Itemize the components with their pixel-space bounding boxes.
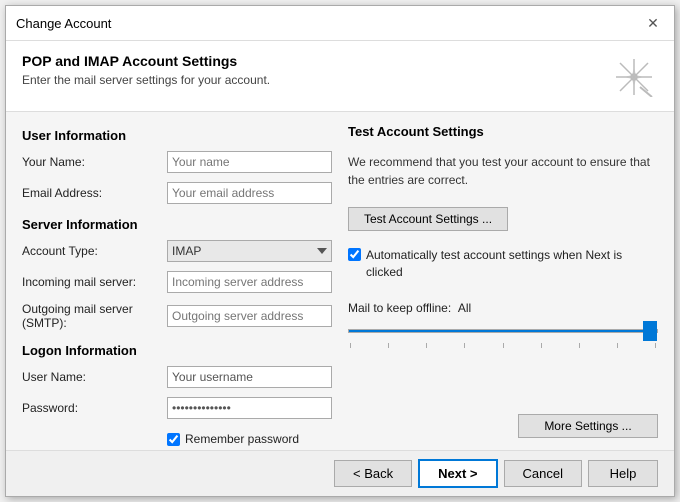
account-type-label: Account Type: bbox=[22, 244, 167, 258]
remember-password-row: Remember password bbox=[167, 432, 332, 446]
outgoing-mail-label: Outgoing mail server (SMTP): bbox=[22, 302, 167, 330]
user-name-input[interactable] bbox=[167, 366, 332, 388]
email-address-row: Email Address: bbox=[22, 182, 332, 204]
footer: < Back Next > Cancel Help bbox=[6, 450, 674, 496]
offline-value: All bbox=[458, 301, 471, 315]
server-info-header: Server Information bbox=[22, 217, 332, 232]
user-info-header: User Information bbox=[22, 128, 332, 143]
tick-9 bbox=[655, 343, 656, 348]
dialog-title: Change Account bbox=[16, 16, 111, 31]
tick-5 bbox=[503, 343, 504, 348]
slider-fill bbox=[349, 330, 657, 332]
incoming-mail-row: Incoming mail server: bbox=[22, 271, 332, 293]
left-panel: User Information Your Name: Email Addres… bbox=[22, 124, 332, 438]
your-name-row: Your Name: bbox=[22, 151, 332, 173]
email-address-label: Email Address: bbox=[22, 186, 167, 200]
auto-test-checkbox[interactable] bbox=[348, 248, 361, 261]
auto-test-row: Automatically test account settings when… bbox=[348, 247, 658, 281]
incoming-mail-input[interactable] bbox=[167, 271, 332, 293]
cancel-button[interactable]: Cancel bbox=[504, 460, 582, 487]
right-panel: Test Account Settings We recommend that … bbox=[348, 124, 658, 438]
tick-4 bbox=[464, 343, 465, 348]
tick-3 bbox=[426, 343, 427, 348]
tick-8 bbox=[617, 343, 618, 348]
help-button[interactable]: Help bbox=[588, 460, 658, 487]
password-input[interactable] bbox=[167, 397, 332, 419]
offline-section: Mail to keep offline: All bbox=[348, 301, 658, 348]
change-account-dialog: Change Account ✕ POP and IMAP Account Se… bbox=[5, 5, 675, 497]
user-name-row: User Name: bbox=[22, 366, 332, 388]
header-text: POP and IMAP Account Settings Enter the … bbox=[22, 53, 270, 87]
test-settings-desc: We recommend that you test your account … bbox=[348, 153, 658, 189]
more-settings-button[interactable]: More Settings ... bbox=[518, 414, 658, 438]
tick-7 bbox=[579, 343, 580, 348]
close-button[interactable]: ✕ bbox=[642, 12, 664, 34]
password-row: Password: bbox=[22, 397, 332, 419]
header-icon bbox=[610, 53, 658, 101]
tick-1 bbox=[350, 343, 351, 348]
your-name-label: Your Name: bbox=[22, 155, 167, 169]
incoming-mail-label: Incoming mail server: bbox=[22, 275, 167, 289]
account-type-row: Account Type: IMAP POP3 bbox=[22, 240, 332, 262]
account-type-select[interactable]: IMAP POP3 bbox=[167, 240, 332, 262]
email-address-input[interactable] bbox=[167, 182, 332, 204]
next-button[interactable]: Next > bbox=[418, 459, 497, 488]
back-button[interactable]: < Back bbox=[334, 460, 412, 487]
outgoing-mail-input[interactable] bbox=[167, 305, 332, 327]
slider-thumb[interactable] bbox=[643, 321, 657, 341]
logon-info-header: Logon Information bbox=[22, 343, 332, 358]
tick-2 bbox=[388, 343, 389, 348]
offline-label: Mail to keep offline: All bbox=[348, 301, 658, 315]
your-name-input[interactable] bbox=[167, 151, 332, 173]
header-section: POP and IMAP Account Settings Enter the … bbox=[6, 41, 674, 112]
auto-test-label: Automatically test account settings when… bbox=[366, 247, 658, 281]
test-account-settings-button[interactable]: Test Account Settings ... bbox=[348, 207, 508, 231]
header-subtitle: Enter the mail server settings for your … bbox=[22, 73, 270, 87]
password-label: Password: bbox=[22, 401, 167, 415]
slider-track bbox=[348, 329, 658, 333]
remember-password-checkbox[interactable] bbox=[167, 433, 180, 446]
title-bar: Change Account ✕ bbox=[6, 6, 674, 41]
remember-password-label: Remember password bbox=[185, 432, 299, 446]
test-settings-header: Test Account Settings bbox=[348, 124, 658, 139]
main-content: User Information Your Name: Email Addres… bbox=[6, 112, 674, 450]
offline-slider-container bbox=[348, 321, 658, 341]
header-title: POP and IMAP Account Settings bbox=[22, 53, 270, 69]
tick-6 bbox=[541, 343, 542, 348]
outgoing-mail-row: Outgoing mail server (SMTP): bbox=[22, 302, 332, 330]
slider-ticks bbox=[348, 343, 658, 348]
user-name-label: User Name: bbox=[22, 370, 167, 384]
offline-label-text: Mail to keep offline: bbox=[348, 301, 451, 315]
